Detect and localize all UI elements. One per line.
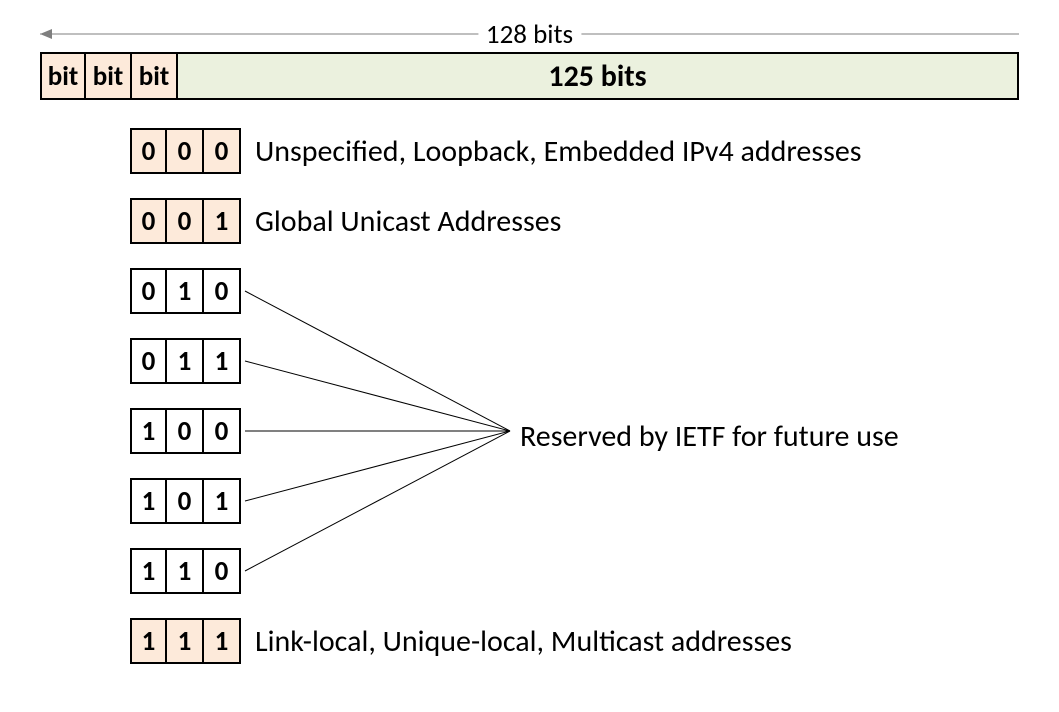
prefix-row: 1 1 1 Link-local, Unique-local, Multicas… [130,618,1039,664]
prefix-description: Global Unicast Addresses [255,203,561,240]
prefix-bit: 0 [204,548,241,594]
prefix-bit: 0 [130,128,167,174]
prefix-bits: 1 1 0 [130,548,241,594]
header-bit-cell: bit [40,52,86,100]
prefix-bits: 0 1 0 [130,268,241,314]
prefix-bit: 0 [204,128,241,174]
prefix-description: Unspecified, Loopback, Embedded IPv4 add… [255,133,861,170]
header-bit-cell: bit [132,52,178,100]
header-rest-cell: 125 bits [178,52,1019,100]
prefix-bit: 1 [130,618,167,664]
prefix-bits: 1 0 0 [130,408,241,454]
prefix-row: 1 0 1 [130,478,1039,524]
prefix-bit: 0 [167,478,204,524]
prefix-bit: 1 [167,268,204,314]
prefix-bits: 0 1 1 [130,338,241,384]
prefix-bit: 0 [130,198,167,244]
prefix-row: 0 1 1 [130,338,1039,384]
prefix-bit: 1 [167,618,204,664]
prefix-bit: 1 [130,548,167,594]
prefix-bit: 0 [130,268,167,314]
prefix-bit: 0 [204,268,241,314]
prefix-bits: 1 1 1 [130,618,241,664]
prefix-bit: 0 [130,338,167,384]
prefix-bit: 1 [130,408,167,454]
prefix-bit: 1 [204,338,241,384]
prefix-bit: 0 [167,128,204,174]
prefix-bit: 0 [204,408,241,454]
prefix-bits: 0 0 1 [130,198,241,244]
prefix-bit: 1 [167,548,204,594]
prefix-row: 1 1 0 [130,548,1039,594]
prefix-bit: 0 [167,408,204,454]
prefix-bit: 1 [204,198,241,244]
reserved-label: Reserved by IETF for future use [520,418,899,455]
prefix-row: 0 0 1 Global Unicast Addresses [130,198,1039,244]
prefix-bit: 1 [204,478,241,524]
prefix-bit: 0 [167,198,204,244]
prefix-bit: 1 [130,478,167,524]
header-bit-cell: bit [86,52,132,100]
prefix-bit: 1 [167,338,204,384]
dimension-bar: 128 bits [40,20,1019,50]
prefix-description: Link-local, Unique-local, Multicast addr… [255,623,792,660]
prefix-row: 0 1 0 [130,268,1039,314]
prefix-bits: 1 0 1 [130,478,241,524]
dimension-label: 128 bits [478,18,581,51]
prefix-bit: 1 [204,618,241,664]
address-bar: bit bit bit 125 bits [40,52,1019,100]
prefix-bits: 0 0 0 [130,128,241,174]
prefix-rows: 0 0 0 Unspecified, Loopback, Embedded IP… [130,128,1039,664]
prefix-row: 0 0 0 Unspecified, Loopback, Embedded IP… [130,128,1039,174]
